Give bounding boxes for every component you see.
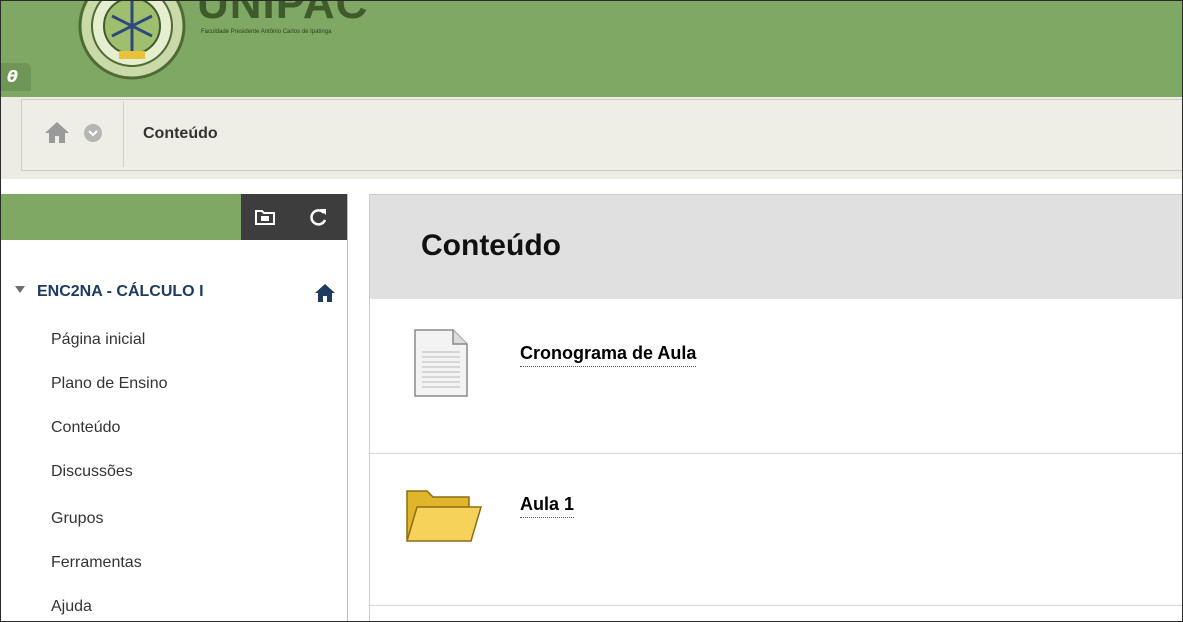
brand-subtitle: Faculdade Presidente Antônio Carlos de I… [201, 29, 332, 35]
breadcrumb-current: Conteúdo [143, 125, 218, 142]
breadcrumb-divider [123, 101, 124, 167]
course-home-icon[interactable] [314, 283, 336, 303]
sidebar-item-pagina-inicial[interactable]: Página inicial [51, 331, 145, 349]
refresh-icon[interactable] [307, 205, 331, 229]
institution-header: UNIPAC Faculdade Presidente Antônio Carl… [1, 1, 1182, 97]
content-item-cronograma-link[interactable]: Cronograma de Aula [520, 343, 697, 367]
course-page: UNIPAC Faculdade Presidente Antônio Carl… [0, 0, 1183, 622]
edit-mode-icon[interactable]: θ [1, 63, 31, 91]
course-title[interactable]: ENC2NA - CÁLCULO I [37, 283, 204, 301]
sidebar-item-conteudo[interactable]: Conteúdo [51, 419, 120, 437]
chevron-circle-icon[interactable] [83, 123, 103, 143]
brand-title: UNIPAC [197, 0, 369, 28]
folder-view-icon[interactable] [253, 205, 277, 229]
university-logo [78, 1, 186, 80]
collapse-caret-icon[interactable] [15, 286, 25, 293]
folder-icon [405, 490, 483, 542]
document-icon [414, 329, 468, 397]
sidebar-item-ajuda[interactable]: Ajuda [51, 598, 92, 616]
row-divider [370, 453, 1182, 454]
sidebar-item-ferramentas[interactable]: Ferramentas [51, 554, 142, 572]
page-title: Conteúdo [421, 229, 561, 262]
sidebar-item-discussoes[interactable]: Discussões [51, 463, 133, 481]
sidebar-item-grupos[interactable]: Grupos [51, 510, 103, 528]
row-divider [370, 605, 1182, 606]
sidebar-item-plano-de-ensino[interactable]: Plano de Ensino [51, 375, 168, 393]
home-icon[interactable] [43, 119, 71, 145]
content-item-aula-1-link[interactable]: Aula 1 [520, 494, 575, 518]
edit-mode-glyph: θ [7, 67, 18, 86]
